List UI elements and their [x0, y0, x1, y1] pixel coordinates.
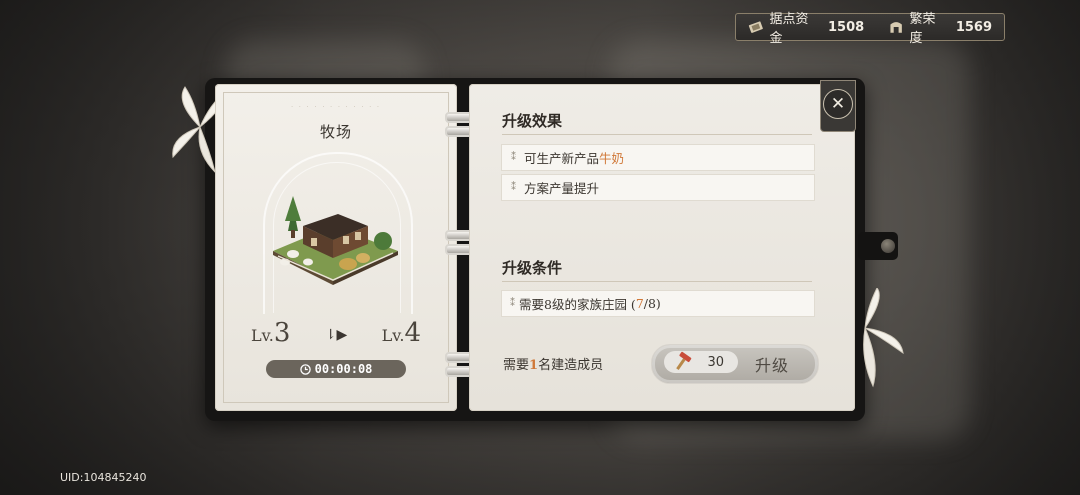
- next-level-number: 4: [404, 318, 421, 348]
- requirement-prefix: 需要: [503, 358, 530, 373]
- funds-resource: 据点资金 1508: [736, 8, 876, 46]
- upgrade-effects-title: 升级效果: [502, 112, 563, 130]
- effect-text: 方案产量提升: [524, 181, 600, 196]
- upgrade-cost-value: 30: [707, 354, 724, 370]
- condition-suffix: /8): [643, 296, 661, 311]
- builder-requirement: 需要1名建造成员: [503, 354, 603, 373]
- gate-icon: [890, 22, 903, 33]
- ticket-icon: [748, 21, 763, 33]
- resource-bar: 据点资金 1508 繁荣度 1569: [735, 12, 1005, 46]
- building-name: 牧场: [319, 123, 352, 141]
- current-level: Lv.3: [251, 318, 290, 348]
- condition-text: 需要8级的家族庄园 (: [519, 297, 636, 312]
- close-icon: ✕: [830, 94, 846, 114]
- lily-flower-icon: [863, 288, 904, 388]
- divider: [502, 134, 812, 135]
- effect-row: ⁑ 方案产量提升: [501, 174, 815, 201]
- bullet-icon: ⁑: [510, 298, 515, 309]
- next-level: Lv.4: [382, 318, 421, 348]
- effect-highlight: 牛奶: [599, 151, 625, 166]
- level-progression: Lv.3 ⇂▶ Lv.4: [251, 318, 421, 352]
- current-level-number: 3: [273, 318, 291, 348]
- bullet-icon: ⁑: [511, 182, 516, 193]
- timer-value: 00:00:08: [314, 362, 373, 376]
- current-level-prefix: Lv.: [251, 326, 274, 345]
- decorative-lettering: · · · · · · · · · · · ·: [291, 104, 381, 111]
- requirement-suffix: 名建造成员: [538, 358, 604, 373]
- prosperity-label: 繁荣度: [909, 12, 936, 46]
- building-info-page: · · · · · · · · · · · · 牧场 Lv.3 ⇂▶ Lv.4: [215, 84, 457, 411]
- condition-progress: 7: [635, 296, 644, 311]
- requirement-count: 1: [529, 358, 539, 373]
- prosperity-resource: 繁荣度 1569: [876, 8, 1004, 46]
- user-id: UID:104845240: [60, 471, 147, 484]
- clock-icon: [299, 363, 311, 375]
- binder-clasp: [881, 239, 895, 253]
- divider: [502, 281, 812, 282]
- bullet-icon: ⁑: [511, 152, 516, 163]
- condition-row: ⁑ 需要8级的家族庄园 (7/8): [501, 290, 815, 317]
- upgrade-conditions-title: 升级条件: [502, 259, 563, 277]
- farm-building-illustration: [273, 196, 398, 285]
- prosperity-value: 1569: [955, 19, 992, 35]
- hammer-icon: [676, 351, 692, 370]
- close-button[interactable]: ✕: [823, 89, 853, 119]
- effect-text: 可生产新产品: [524, 151, 600, 166]
- effect-row: ⁑ 可生产新产品 牛奶: [501, 144, 815, 171]
- upgrade-timer: 00:00:08: [266, 360, 406, 378]
- funds-value: 1508: [827, 19, 865, 35]
- funds-label: 据点资金: [769, 12, 809, 46]
- level-arrow-icon: ⇂▶: [324, 327, 348, 343]
- next-level-prefix: Lv.: [381, 326, 405, 345]
- upgrade-button-label: 升级: [755, 356, 790, 375]
